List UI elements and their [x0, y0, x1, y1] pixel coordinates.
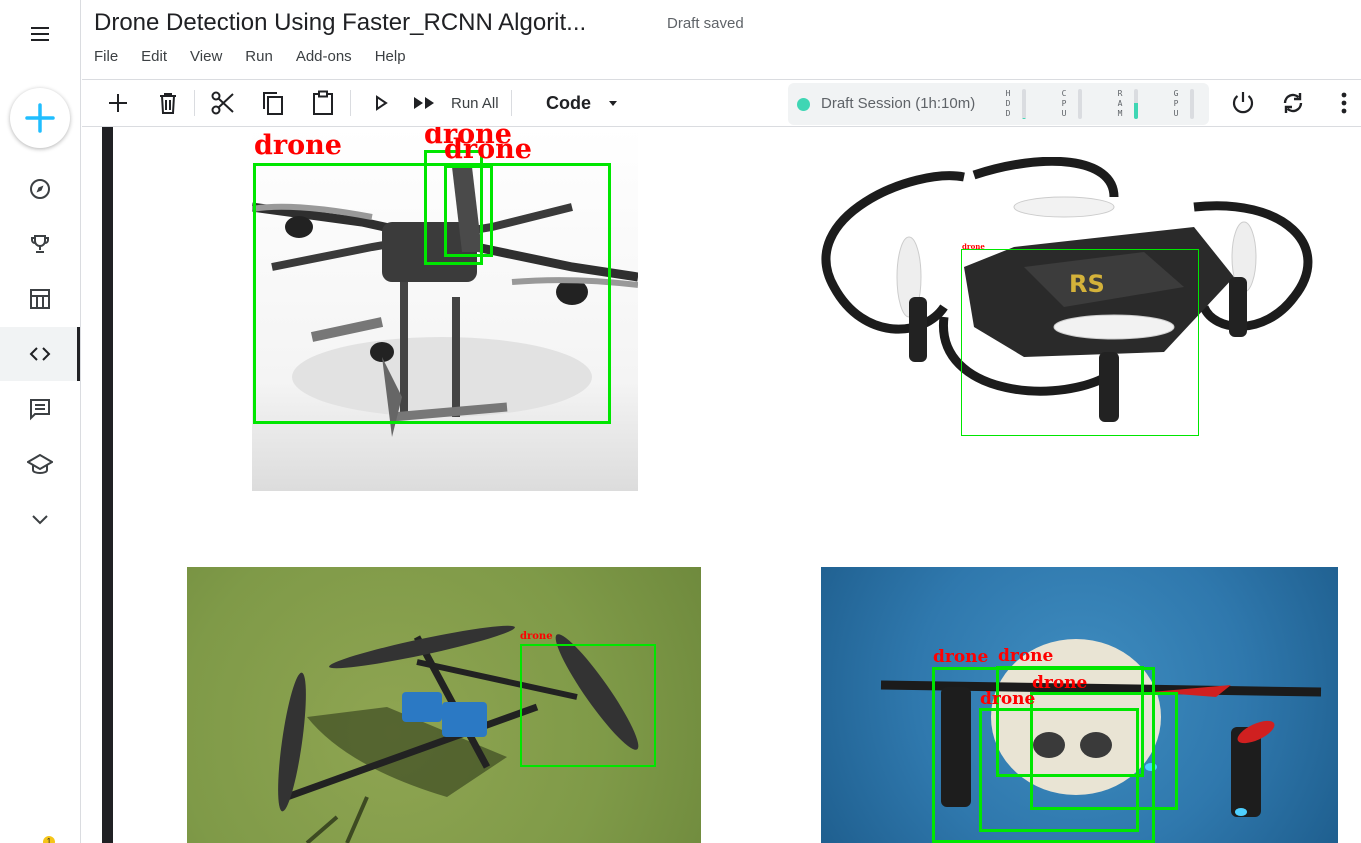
stop-session-button[interactable] [1228, 80, 1258, 126]
toolbar-divider [350, 90, 351, 116]
menu-file[interactable]: File [94, 48, 118, 65]
detection-label: drone [254, 130, 342, 161]
menu-icon[interactable] [0, 7, 80, 61]
detection-label: drone [444, 134, 532, 165]
power-icon [1232, 92, 1254, 114]
menu-edit[interactable]: Edit [141, 48, 167, 65]
notebook-toolbar: Run All Code Draft Session (1h:10m) HDD … [82, 79, 1361, 127]
hdd-meter: HDD [1004, 89, 1044, 119]
session-status-dot [797, 98, 810, 111]
copy-cell-button[interactable] [258, 80, 288, 126]
detection-box [961, 249, 1199, 436]
cut-cell-button[interactable] [208, 80, 238, 126]
menu-help[interactable]: Help [375, 48, 406, 65]
run-all-label: Run All [451, 94, 499, 112]
gpu-meter: GPU [1172, 89, 1212, 119]
run-cell-button[interactable] [368, 80, 394, 126]
cell-selection-bar[interactable] [102, 127, 113, 843]
clipboard-icon [313, 90, 333, 115]
code-icon[interactable] [0, 327, 80, 381]
menu-run[interactable]: Run [245, 48, 273, 65]
plus-icon [109, 94, 127, 112]
detection-label: drone [1032, 673, 1088, 693]
table-icon[interactable] [0, 272, 80, 326]
cell-type-select[interactable]: Code [546, 80, 619, 126]
notebook-content[interactable]: drone drone drone RS drone drone drone d… [82, 127, 1361, 843]
more-options-button[interactable] [1332, 80, 1356, 126]
session-label: Draft Session (1h:10m) [821, 95, 976, 112]
toolbar-divider [194, 90, 195, 116]
detection-label: drone [998, 646, 1054, 666]
create-icon [25, 103, 55, 133]
detection-box [444, 165, 493, 257]
session-panel[interactable]: Draft Session (1h:10m) HDD CPU RAM GPU [788, 83, 1209, 125]
detection-label: drone [980, 689, 1036, 709]
copy-icon [263, 92, 283, 115]
restart-session-button[interactable] [1278, 80, 1308, 126]
comment-icon[interactable] [0, 382, 80, 436]
menu-view[interactable]: View [190, 48, 222, 65]
refresh-icon [1283, 93, 1303, 113]
play-icon [376, 95, 388, 111]
more-vert-icon [1341, 92, 1347, 114]
notification-badge[interactable]: 1 [43, 836, 55, 843]
detection-label: drone [520, 631, 553, 642]
save-status: Draft saved [667, 15, 744, 32]
trophy-icon[interactable] [0, 217, 80, 271]
caret-down-icon [609, 101, 617, 106]
school-icon[interactable] [0, 437, 80, 491]
menu-bar: File Edit View Run Add-ons Help [94, 48, 429, 65]
delete-cell-button[interactable] [154, 80, 182, 126]
add-cell-button[interactable] [104, 80, 132, 126]
scissors-icon [211, 91, 234, 115]
chevron-down-icon[interactable] [0, 492, 80, 546]
run-all-button[interactable]: Run All [412, 80, 502, 126]
cpu-meter: CPU [1060, 89, 1100, 119]
toolbar-divider [511, 90, 512, 116]
notebook-title[interactable]: Drone Detection Using Faster_RCNN Algori… [94, 9, 586, 37]
detection-box [979, 708, 1139, 832]
create-button[interactable] [10, 88, 70, 148]
fast-forward-icon [414, 97, 434, 109]
compass-icon[interactable] [0, 162, 80, 216]
left-navigation: 1 [0, 0, 81, 843]
detection-box [520, 644, 656, 767]
detection-label: drone [962, 242, 985, 251]
trash-icon [160, 93, 176, 114]
cell-type-value: Code [546, 92, 591, 113]
detection-label: drone [933, 647, 989, 667]
paste-cell-button[interactable] [308, 80, 338, 126]
ram-meter: RAM [1116, 89, 1156, 119]
menu-add-ons[interactable]: Add-ons [296, 48, 352, 65]
